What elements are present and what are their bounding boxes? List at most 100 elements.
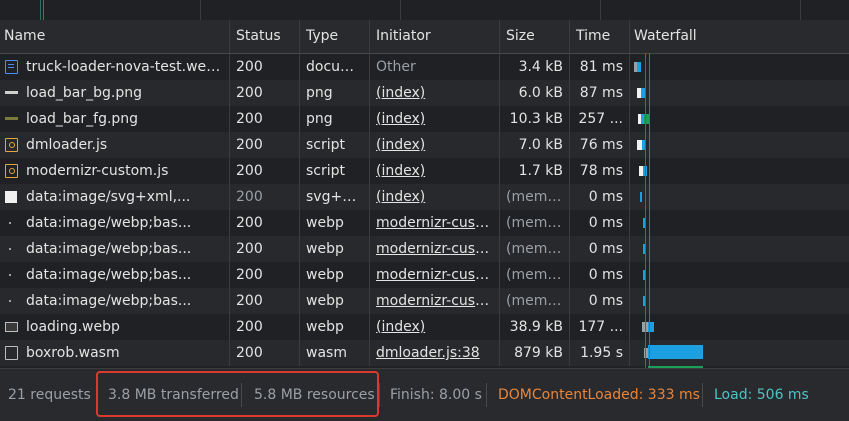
request-status: 200 [230, 106, 300, 132]
request-type: webp [300, 288, 370, 314]
column-header-status[interactable]: Status [230, 20, 300, 53]
request-type: script [300, 158, 370, 184]
request-size: 1.7 kB [500, 158, 570, 184]
request-initiator-link[interactable]: modernizr-cust... [370, 236, 500, 262]
status-divider [702, 383, 703, 407]
table-row[interactable]: modernizr-custom.js 200 script (index) 1… [0, 158, 849, 184]
request-time: 0 ms [570, 210, 630, 236]
request-count: 21 requests [8, 387, 91, 403]
request-type: png [300, 80, 370, 106]
table-row[interactable]: data:image/svg+xml,... 200 svg+xml (inde… [0, 184, 849, 210]
table-row[interactable]: data:image/webp;bas... 200 webp moderniz… [0, 210, 849, 236]
request-size: 879 kB [500, 340, 570, 366]
request-status: 200 [230, 262, 300, 288]
request-initiator-link[interactable]: (index) [370, 106, 500, 132]
request-status: 200 [230, 288, 300, 314]
column-header-initiator[interactable]: Initiator [370, 20, 500, 53]
request-time: 87 ms [570, 80, 630, 106]
request-type: webp [300, 210, 370, 236]
waterfall-cell [630, 236, 849, 262]
overview-gridline [200, 0, 201, 20]
overview-timeline[interactable] [0, 0, 849, 21]
request-size: 3.4 kB [500, 54, 570, 80]
table-row[interactable]: dmloader.js 200 script (index) 7.0 kB 76… [0, 132, 849, 158]
request-time: 0 ms [570, 288, 630, 314]
request-status: 200 [230, 158, 300, 184]
request-initiator-link[interactable]: (index) [370, 158, 500, 184]
column-header-time[interactable]: Time [570, 20, 630, 53]
table-row[interactable]: load_bar_bg.png 200 png (index) 6.0 kB 8… [0, 80, 849, 106]
column-header-waterfall[interactable]: Waterfall [630, 20, 849, 53]
waterfall-cell [630, 288, 849, 314]
waterfall-cell [630, 340, 849, 372]
request-time: 0 ms [570, 184, 630, 210]
request-initiator-link[interactable]: (index) [370, 132, 500, 158]
request-initiator-link[interactable]: dmloader.js:38 [370, 340, 500, 366]
request-initiator-link[interactable]: (index) [370, 314, 500, 340]
request-time: 257 ... [570, 106, 630, 132]
overview-gridline [800, 0, 801, 20]
waterfall-cell [630, 210, 849, 236]
request-initiator-link[interactable]: (index) [370, 80, 500, 106]
request-initiator-link[interactable]: modernizr-cust... [370, 262, 500, 288]
request-status: 200 [230, 236, 300, 262]
network-request-table: Name Status Type Initiator Size Time Wat… [0, 20, 849, 372]
finish-time: Finish: 8.00 s [390, 387, 482, 403]
table-row[interactable]: load_bar_fg.png 200 png (index) 10.3 kB … [0, 106, 849, 132]
request-size: (memo... [500, 210, 570, 236]
status-divider [379, 383, 380, 407]
request-type: wasm [300, 340, 370, 366]
request-name: data:image/webp;bas... [0, 236, 230, 262]
status-divider [486, 383, 487, 407]
column-header-name[interactable]: Name [0, 20, 230, 53]
request-type: docum... [300, 54, 370, 80]
column-header-type[interactable]: Type [300, 20, 370, 53]
request-type: svg+xml [300, 184, 370, 210]
request-type: webp [300, 236, 370, 262]
request-status: 200 [230, 80, 300, 106]
table-row[interactable]: loading.webp 200 webp (index) 38.9 kB 17… [0, 314, 849, 340]
request-name: data:image/webp;bas... [0, 262, 230, 288]
table-row[interactable]: boxrob.wasm 200 wasm dmloader.js:38 879 … [0, 340, 849, 372]
table-row[interactable]: data:image/webp;bas... 200 webp moderniz… [0, 288, 849, 314]
table-row[interactable]: data:image/webp;bas... 200 webp moderniz… [0, 262, 849, 288]
request-time: 81 ms [570, 54, 630, 80]
column-header-size[interactable]: Size [500, 20, 570, 53]
request-size: (memo... [500, 184, 570, 210]
request-status: 200 [230, 340, 300, 366]
request-size: 6.0 kB [500, 80, 570, 106]
request-name: boxrob.wasm [0, 340, 230, 366]
request-time: 76 ms [570, 132, 630, 158]
waterfall-cell [630, 80, 849, 106]
waterfall-load-line [649, 53, 650, 368]
request-size: (memo... [500, 288, 570, 314]
request-type: png [300, 106, 370, 132]
request-name: data:image/webp;bas... [0, 288, 230, 314]
request-time: 78 ms [570, 158, 630, 184]
waterfall-cell [630, 158, 849, 184]
request-name: load_bar_bg.png [0, 80, 230, 106]
overview-gridline [400, 0, 401, 20]
request-size: (memo... [500, 262, 570, 288]
waterfall-waiting-bar [648, 345, 703, 359]
request-time: 0 ms [570, 236, 630, 262]
request-time: 1.95 s [570, 340, 630, 366]
overview-load-marker [40, 0, 41, 20]
request-initiator-link[interactable]: (index) [370, 184, 500, 210]
waterfall-cell [630, 184, 849, 210]
request-name: load_bar_fg.png [0, 106, 230, 132]
waterfall-waiting-bar [640, 192, 642, 202]
request-time: 177 ... [570, 314, 630, 340]
waterfall-cell [630, 54, 849, 80]
table-row[interactable]: truck-loader-nova-test.web... 200 docum.… [0, 54, 849, 80]
table-row[interactable]: data:image/webp;bas... 200 webp moderniz… [0, 236, 849, 262]
overview-dcl-marker [43, 0, 44, 20]
request-name: dmloader.js [0, 132, 230, 158]
request-initiator-link[interactable]: modernizr-cust... [370, 210, 500, 236]
request-initiator: Other [370, 54, 500, 80]
request-size: 38.9 kB [500, 314, 570, 340]
request-initiator-link[interactable]: modernizr-cust... [370, 288, 500, 314]
table-header: Name Status Type Initiator Size Time Wat… [0, 20, 849, 54]
waterfall-cell [630, 132, 849, 158]
request-status: 200 [230, 54, 300, 80]
